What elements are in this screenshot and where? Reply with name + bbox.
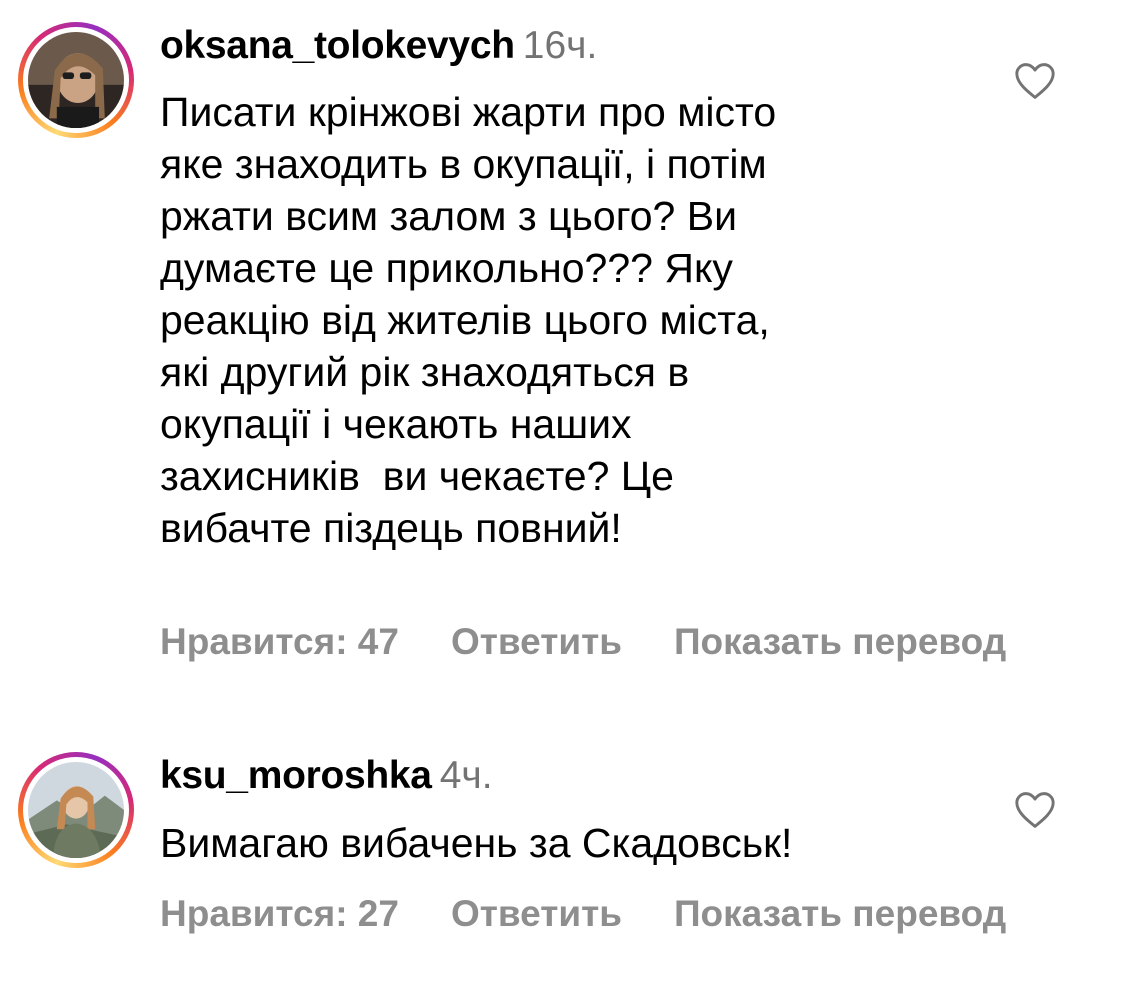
show-translation-button[interactable]: Показать перевод (674, 892, 1006, 936)
comment-text: Вимагаю вибачень за Скадовськ! (160, 817, 960, 869)
avatar[interactable] (18, 752, 134, 868)
comment-line: вибачте піздець повний! (160, 505, 622, 551)
comment-line: ржати всим залом з цього? Ви (160, 193, 738, 239)
comment-timestamp: 4ч. (439, 754, 493, 797)
likes-count-button[interactable]: Нравится: 27 (160, 892, 399, 936)
avatar-photo (28, 32, 124, 128)
avatar[interactable] (18, 22, 134, 138)
comment-header: oksana_tolokevych 16ч. (160, 23, 597, 69)
comment-header: ksu_moroshka 4ч. (160, 753, 493, 799)
comment-line: думаєте це прикольно??? Яку (160, 245, 733, 291)
comment-line: окупації і чекають наших (160, 401, 632, 447)
comment-timestamp: 16ч. (522, 24, 598, 67)
comment-line: Вимагаю вибачень за Скадовськ! (160, 820, 793, 866)
avatar-photo (28, 762, 124, 858)
comment-line: Писати крінжові жарти про місто (160, 89, 777, 135)
like-heart-icon[interactable] (1013, 61, 1057, 101)
like-heart-icon[interactable] (1013, 790, 1057, 830)
comment-line: реакцію від жителів цього міста, (160, 297, 770, 343)
comment-actions: Нравится: 47 Ответить Показать перевод (160, 620, 1006, 664)
username-link[interactable]: ksu_moroshka (160, 754, 432, 797)
likes-count-button[interactable]: Нравится: 47 (160, 620, 399, 664)
comment-text: Писати крінжові жарти про місто яке знах… (160, 86, 960, 554)
show-translation-button[interactable]: Показать перевод (674, 620, 1006, 664)
reply-button[interactable]: Ответить (451, 892, 622, 936)
reply-button[interactable]: Ответить (451, 620, 622, 664)
comment-line: які другий рік знаходяться в (160, 349, 690, 395)
comment-line: захисників ви чекаєте? Це (160, 453, 674, 499)
comment-actions: Нравится: 27 Ответить Показать перевод (160, 892, 1006, 936)
username-link[interactable]: oksana_tolokevych (160, 24, 515, 67)
comment-line: яке знаходить в окупації, і потім (160, 141, 767, 187)
